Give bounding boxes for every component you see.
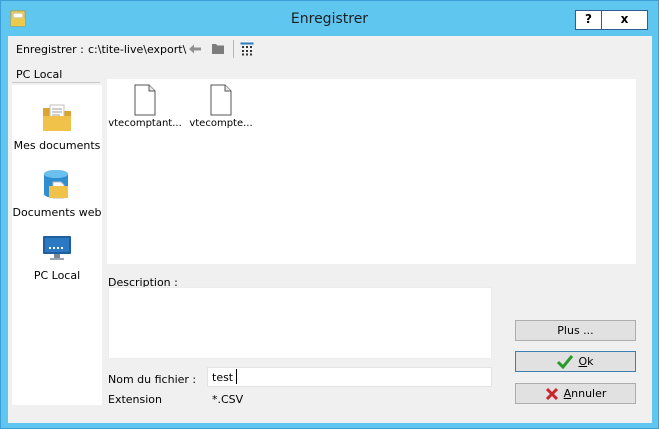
ok-button-label: Ok bbox=[578, 355, 594, 368]
locations-header: PC Local bbox=[16, 68, 63, 81]
file-icon bbox=[210, 84, 232, 116]
back-arrow-icon[interactable] bbox=[188, 43, 202, 55]
title-bar[interactable]: Enregistrer ? x bbox=[1, 1, 658, 35]
dialog-body: Enregistrer : c:\tite-live\export\ PC Lo… bbox=[8, 36, 652, 423]
place-my-documents[interactable]: Mes documents bbox=[12, 103, 102, 152]
place-local-pc[interactable]: PC Local bbox=[12, 233, 102, 282]
filename-label: Nom du fichier : bbox=[108, 373, 197, 386]
help-button[interactable]: ? bbox=[575, 10, 602, 30]
toolbar-separator bbox=[233, 40, 234, 58]
ok-button[interactable]: Ok bbox=[515, 351, 636, 372]
file-name: vtecompte... bbox=[189, 118, 253, 129]
file-name: vtecomptant... bbox=[108, 118, 182, 129]
cancel-button-label: Annuler bbox=[563, 387, 607, 400]
web-documents-icon bbox=[44, 170, 68, 199]
place-web-documents[interactable]: Documents web bbox=[12, 168, 102, 219]
close-button[interactable]: x bbox=[602, 10, 648, 30]
description-field[interactable] bbox=[108, 287, 492, 359]
filename-input[interactable] bbox=[207, 367, 492, 387]
file-list[interactable]: vtecomptant... vtecompte... bbox=[107, 79, 636, 264]
place-label: PC Local bbox=[33, 269, 81, 282]
file-item[interactable]: vtecompte... bbox=[183, 84, 259, 129]
file-item[interactable]: vtecomptant... bbox=[107, 84, 183, 129]
extension-value: *.CSV bbox=[212, 393, 244, 406]
save-dialog: Enregistrer ? x Enregistrer : c:\tite-li… bbox=[0, 0, 659, 429]
cancel-button[interactable]: Annuler bbox=[515, 383, 636, 404]
documents-folder-icon bbox=[43, 104, 71, 131]
extension-label: Extension bbox=[108, 393, 163, 406]
more-button-label: Plus ... bbox=[557, 324, 594, 337]
parent-folder-icon[interactable] bbox=[211, 42, 225, 55]
local-computer-icon bbox=[43, 236, 71, 260]
more-button[interactable]: Plus ... bbox=[515, 320, 636, 341]
file-icon bbox=[134, 84, 156, 116]
checkmark-icon bbox=[557, 354, 574, 369]
cancel-x-icon bbox=[545, 387, 558, 400]
view-mode-icon[interactable] bbox=[240, 42, 254, 56]
place-label: Documents web bbox=[12, 206, 102, 219]
locations-divider bbox=[12, 82, 100, 83]
path-toolbar: Enregistrer : c:\tite-live\export\ bbox=[8, 36, 652, 62]
current-path: c:\tite-live\export\ bbox=[88, 43, 187, 56]
place-label: Mes documents bbox=[13, 139, 101, 152]
window-title: Enregistrer bbox=[290, 11, 369, 27]
places-panel: Mes documents Documents web PC Local bbox=[12, 85, 102, 405]
text-caret bbox=[236, 369, 237, 384]
save-in-label: Enregistrer : bbox=[16, 43, 84, 56]
